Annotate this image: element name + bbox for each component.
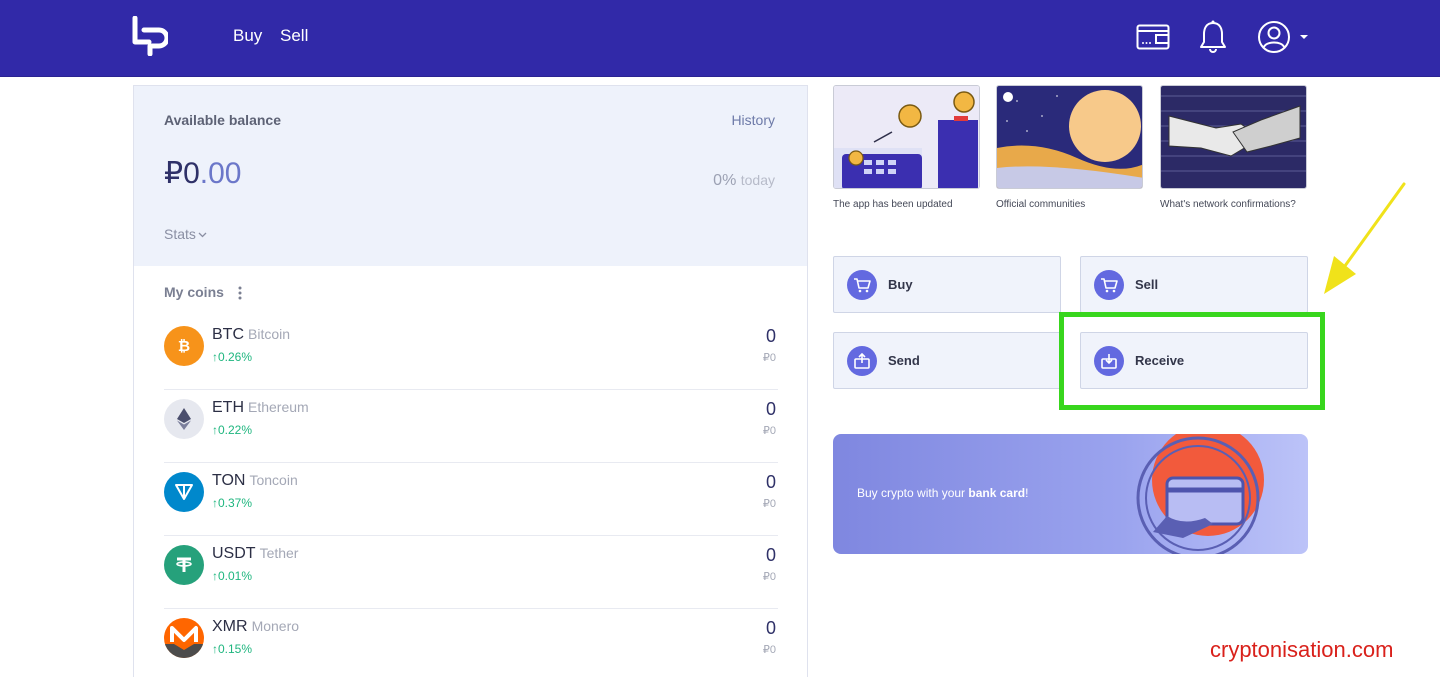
balance-amount: ₽0.00 [164,156,242,191]
coin-fiat: ₽0 [762,498,776,510]
coin-amount: 0 [765,472,776,492]
bank-card-promo[interactable]: Buy crypto with your bank card! [833,434,1308,554]
news-card-network-confirmations[interactable]: What's network confirmations? [1160,85,1307,211]
news-image-network-confirmations [1160,85,1307,189]
stats-label: Stats [164,226,196,242]
coin-ticker-text: BTC [212,326,244,343]
promo-text: Buy crypto with your bank card! [857,486,1028,500]
coin-ticker: XMR Monero [212,618,299,636]
my-coins-title: My coins [164,284,224,300]
coin-change: ↑0.01% [212,569,253,583]
top-bar: Buy Sell [0,0,1440,77]
nav-sell-link[interactable]: Sell [280,26,308,46]
coin-name: Tether [259,545,299,561]
coin-name: Toncoin [249,472,298,488]
news-card-app-updated[interactable]: The app has been updated [833,85,980,211]
logo-icon[interactable] [132,16,168,56]
balance-integer: ₽0 [164,157,200,190]
cart-icon [1094,270,1124,300]
coin-row-ton[interactable]: TON Toncoin ↑0.37% 0 ₽0 [164,463,778,536]
coin-amount: 0 [765,399,776,419]
balance-change-period: today [740,172,775,188]
receive-highlight [1059,312,1325,410]
history-link[interactable]: History [731,112,775,128]
promo-text-start: Buy crypto with your [857,486,969,500]
caret-down-icon[interactable] [1298,18,1310,56]
coin-row-eth[interactable]: ETH Ethereum ↑0.22% 0 ₽0 [164,390,778,463]
coin-ticker: BTC Bitcoin [212,326,290,344]
coin-amount: 0 [765,545,776,565]
coin-fiat: ₽0 [762,425,776,437]
coin-row-btc[interactable]: ₿ BTC Bitcoin ↑0.26% 0 ₽0 [164,317,778,390]
balance-change: 0% today [713,172,775,190]
wallet-card: Available balance History ₽0.00 0% today… [133,85,808,677]
coin-row-xmr[interactable]: XMR Monero ↑0.15% 0 ₽0 [164,609,778,677]
send-button-label: Send [888,353,920,368]
cart-icon [847,270,877,300]
monero-icon [164,618,204,658]
coin-ticker-text: XMR [212,618,248,635]
coin-fiat: ₽0 [762,352,776,364]
buy-button-label: Buy [888,277,913,292]
send-icon [847,346,877,376]
sell-button-label: Sell [1135,277,1159,292]
nav-buy-link[interactable]: Buy [233,26,262,46]
coin-ticker: ETH Ethereum [212,399,309,417]
news-image-official-communities [996,85,1143,189]
sell-button[interactable]: Sell [1080,256,1308,313]
user-icon[interactable] [1256,18,1292,56]
coin-change: ↑0.15% [212,642,253,656]
coin-ticker-text: TON [212,472,246,489]
balance-label: Available balance [164,112,281,128]
stats-toggle[interactable]: Stats [164,226,207,242]
news-caption: What's network confirmations? [1160,199,1296,210]
watermark: cryptonisation.com [1210,637,1394,662]
buy-button[interactable]: Buy [833,256,1061,313]
wallet-icon[interactable] [1136,18,1170,56]
chevron-down-icon [198,232,207,238]
coin-row-usdt[interactable]: USDT Tether ↑0.01% 0 ₽0 [164,536,778,609]
bitcoin-icon: ₿ [164,326,204,366]
news-image-app-updated [833,85,980,189]
bell-icon[interactable] [1197,18,1229,56]
coin-change: ↑0.37% [212,496,253,510]
arrow-annotation-icon [1324,182,1406,294]
coin-ticker-text: USDT [212,545,256,562]
coin-name: Monero [251,618,300,634]
promo-text-end: ! [1025,486,1029,500]
kebab-menu-icon[interactable] [236,285,244,301]
send-button[interactable]: Send [833,332,1061,389]
promo-text-bold: bank card [968,486,1026,500]
coin-amount: 0 [765,618,776,638]
bank-card-illustration-icon [1136,434,1264,554]
coin-name: Bitcoin [248,326,291,342]
balance-decimal: .00 [199,157,242,190]
coin-fiat: ₽0 [762,571,776,583]
balance-panel: Available balance History ₽0.00 0% today… [134,86,807,266]
coin-fiat: ₽0 [762,644,776,656]
news-card-official-communities[interactable]: Official communities [996,85,1143,211]
coin-ticker: USDT Tether [212,545,298,563]
coin-amount: 0 [765,326,776,346]
ethereum-icon [164,399,204,439]
tether-icon [164,545,204,585]
coin-ticker: TON Toncoin [212,472,298,490]
news-caption: Official communities [996,199,1086,210]
coin-change: ↑0.26% [212,350,253,364]
coin-name: Ethereum [248,399,309,415]
toncoin-icon [164,472,204,512]
balance-change-pct: 0% [713,172,737,189]
coin-change: ↑0.22% [212,423,253,437]
svg-text:₿: ₿ [178,337,190,355]
coin-ticker-text: ETH [212,399,244,416]
news-caption: The app has been updated [833,199,953,210]
